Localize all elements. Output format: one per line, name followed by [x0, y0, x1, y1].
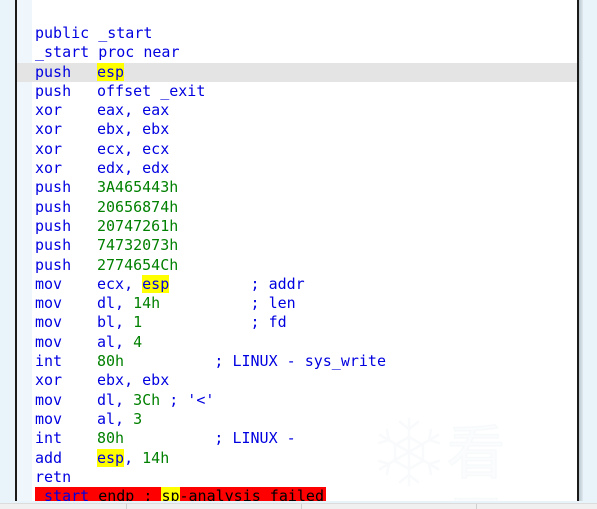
- token-op: eax, eax: [97, 101, 170, 120]
- token-op: ecx,: [97, 274, 143, 293]
- token-mnem: xor: [35, 101, 63, 120]
- token-mnem: mov: [35, 332, 63, 351]
- token-hl: esp: [142, 274, 170, 293]
- code-line[interactable]: xor ebx, ebx: [35, 371, 577, 390]
- token-op: al,: [97, 409, 134, 428]
- token-mnem: push: [35, 178, 72, 197]
- code-line[interactable]: mov ecx, esp ; addr: [35, 274, 577, 294]
- token-op: dl,: [97, 294, 134, 313]
- token-num: 3A465443h: [97, 178, 179, 197]
- code-line-error[interactable]: _start endp ; sp-analysis failed: [35, 487, 577, 501]
- token-mnem: xor: [35, 159, 63, 178]
- token-num: 20747261h: [97, 216, 179, 235]
- token-mnem: add: [35, 448, 63, 467]
- token-op: ebx, ebx: [97, 371, 170, 390]
- token-cmt: ; fd: [142, 313, 287, 332]
- token-mnem: push: [35, 255, 72, 274]
- code-line[interactable]: push esp: [17, 62, 577, 82]
- code-line[interactable]: mov al, 3: [35, 409, 577, 429]
- code-line[interactable]: push 20747261h: [35, 216, 577, 236]
- code-line[interactable]: public _start: [35, 24, 577, 43]
- token-cmt: ; len: [160, 294, 296, 313]
- sp-analysis-failed-banner[interactable]: _start endp ; sp-analysis failed: [35, 487, 326, 501]
- token-op: ,: [124, 448, 143, 467]
- token-mnem: push: [35, 216, 72, 235]
- code-line[interactable]: mov dl, 3Ch ; '<': [35, 390, 577, 410]
- token-op: _start: [89, 24, 153, 42]
- token-mnem: int: [35, 429, 63, 448]
- token-mnem: mov: [35, 294, 63, 313]
- token-cmt: ; LINUX - sys_write: [124, 352, 386, 371]
- token-op: ecx, ecx: [97, 139, 170, 158]
- token-num: 80h: [97, 352, 125, 371]
- token-mnem: push: [35, 62, 72, 81]
- token-num: 3: [133, 409, 143, 428]
- code-line[interactable]: xor ebx, ebx: [35, 120, 577, 139]
- token-op: al,: [97, 332, 134, 351]
- token-mnem: mov: [35, 313, 63, 332]
- code-line[interactable]: xor ecx, ecx: [35, 139, 577, 159]
- status-segment-3: [302, 504, 477, 509]
- token-lbl: _start: [35, 487, 90, 501]
- status-segment-2: [127, 504, 302, 509]
- token-hl: esp: [97, 62, 125, 81]
- token-num: 20656874h: [97, 197, 179, 216]
- token-mnem: retn: [35, 467, 72, 486]
- disassembly-pane[interactable]: public _start _start proc near push esp push…: [15, 0, 579, 501]
- token-mnem: push: [35, 81, 72, 100]
- token-num: 80h: [97, 429, 125, 448]
- token-mnem: xor: [35, 120, 63, 139]
- token-num: 3Ch: [133, 390, 161, 409]
- token-mnem: xor: [35, 371, 63, 390]
- token-blk: endp ;: [89, 487, 162, 501]
- token-hl-blk: sp: [161, 487, 180, 501]
- code-line[interactable]: push offset _exit: [35, 81, 577, 101]
- code-line[interactable]: push 3A465443h: [35, 178, 577, 197]
- code-line[interactable]: _start proc near: [35, 43, 577, 62]
- token-mnem: push: [35, 197, 72, 216]
- code-line[interactable]: xor edx, edx: [35, 159, 577, 178]
- token-mnem: mov: [35, 390, 63, 409]
- token-num: 14h: [133, 294, 161, 313]
- token-num: 4: [133, 332, 143, 351]
- code-line[interactable]: mov dl, 14h ; len: [35, 294, 577, 313]
- token-mnem: push: [35, 236, 72, 255]
- token-op: edx, edx: [97, 159, 170, 178]
- token-kw: _start proc near: [35, 43, 180, 62]
- token-cmt: ; LINUX -: [124, 429, 296, 448]
- status-segment-1: [0, 504, 127, 509]
- token-num: 1: [133, 313, 143, 332]
- token-op: dl,: [97, 390, 134, 409]
- code-line[interactable]: add esp, 14h: [35, 448, 577, 468]
- code-line[interactable]: xor eax, eax: [35, 101, 577, 120]
- token-mnem: xor: [35, 139, 63, 158]
- token-cmt: ; addr: [169, 274, 305, 293]
- token-mnem: mov: [35, 274, 63, 293]
- code-line[interactable]: mov al, 4: [35, 332, 577, 352]
- token-mnem: mov: [35, 409, 63, 428]
- code-line[interactable]: push 2774654Ch: [35, 255, 577, 275]
- code-line[interactable]: retn: [35, 467, 577, 487]
- token-op: bl,: [97, 313, 134, 332]
- token-op: ebx, ebx: [97, 120, 170, 139]
- pane-right-shadow: [579, 0, 583, 501]
- code-line[interactable]: int 80h ; LINUX - sys_write: [35, 352, 577, 371]
- token-kw: public: [35, 24, 90, 42]
- status-segment-4: [477, 504, 597, 509]
- token-blk: -analysis failed: [179, 487, 325, 501]
- token-hl: esp: [97, 448, 125, 467]
- code-line[interactable]: int 80h ; LINUX -: [35, 429, 577, 448]
- token-op: offset _exit: [97, 81, 206, 100]
- status-bar: [0, 503, 597, 509]
- token-num: 74732073h: [97, 236, 179, 255]
- token-num: 2774654Ch: [97, 255, 179, 274]
- code-listing[interactable]: public _start _start proc near push esp push…: [17, 24, 577, 501]
- token-num: 14h: [142, 448, 170, 467]
- token-cmt: ; '<': [160, 390, 215, 409]
- disassembly-window: public _start _start proc near push esp push…: [0, 0, 597, 509]
- code-line[interactable]: push 74732073h: [35, 236, 577, 255]
- code-line[interactable]: push 20656874h: [35, 197, 577, 217]
- token-mnem: int: [35, 352, 63, 371]
- code-line[interactable]: mov bl, 1 ; fd: [35, 313, 577, 332]
